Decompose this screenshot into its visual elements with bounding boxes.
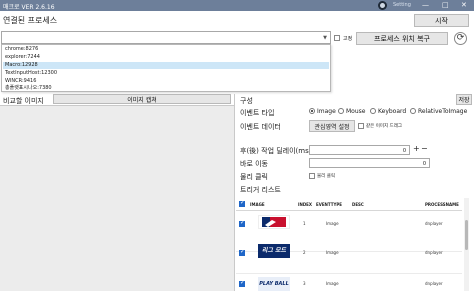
maximize-icon[interactable]: □	[442, 1, 449, 9]
plus-icon[interactable]: +	[413, 144, 420, 153]
header-eventtype: EVENTTYPE	[316, 202, 343, 207]
dropdown-item[interactable]: TextInputHost:12300	[3, 70, 329, 77]
go-input[interactable]: 0	[309, 158, 430, 168]
github-icon[interactable]	[378, 1, 387, 10]
select-all-checkbox[interactable]	[239, 199, 245, 207]
row-checkbox[interactable]	[239, 248, 245, 256]
event-type-image-radio[interactable]	[309, 108, 315, 114]
event-data-label: 이벤트 데이터	[240, 123, 281, 131]
dropdown-item[interactable]: 총플랫표시나오:7380	[3, 85, 329, 92]
dropdown-item-selected[interactable]: Macro:12928	[3, 62, 329, 69]
go-value: 0	[422, 161, 426, 167]
capture-image-button[interactable]: 이미지 캡쳐	[53, 94, 231, 104]
event-type-relative-radio[interactable]	[410, 108, 416, 114]
scrollbar-thumb[interactable]	[465, 220, 468, 250]
physical-click-label: 물리 클릭	[240, 173, 268, 181]
row-eventtype: Image	[326, 221, 339, 226]
header-processname: PROCESSNAME	[425, 202, 459, 207]
refresh-icon[interactable]: ⟳	[454, 32, 467, 45]
delay-label: 후(後) 작업 딜레이(ms)	[240, 147, 312, 155]
process-label: 연결된 프로세스	[3, 16, 58, 25]
compare-image-area	[0, 105, 234, 291]
fixed-checkbox[interactable]	[334, 35, 340, 41]
minimize-icon[interactable]: —	[422, 1, 429, 9]
header-index: INDEX	[298, 202, 312, 207]
go-label: 바로 이동	[240, 160, 268, 168]
fixed-label: 고정	[343, 36, 353, 42]
row-eventtype: Image	[326, 250, 339, 255]
dropdown-item[interactable]: chrome:8276	[3, 46, 329, 53]
close-icon[interactable]: ✕	[461, 1, 467, 9]
row-process: dnplayer	[425, 250, 443, 255]
row-index: 2	[303, 250, 306, 255]
save-button[interactable]: 저장	[456, 94, 472, 105]
row-index: 3	[303, 281, 306, 286]
process-combobox[interactable]: ▼	[1, 31, 331, 44]
table-scrollbar[interactable]	[464, 198, 469, 291]
header-desc: DESC	[352, 202, 364, 207]
minus-icon[interactable]: −	[421, 144, 428, 153]
window-title: 매크로 VER 2.6.16	[3, 4, 55, 11]
delay-input[interactable]: 0	[309, 145, 410, 155]
dropdown-item[interactable]: WINCR:9416	[3, 78, 329, 85]
dropdown-item[interactable]: explorer:7244	[3, 54, 329, 61]
row-index: 1	[303, 221, 306, 226]
start-button[interactable]: 시작	[414, 14, 469, 27]
physical-click-option: 물리 클릭	[317, 174, 335, 179]
delay-value: 0	[402, 148, 406, 154]
row-checkbox[interactable]	[239, 219, 245, 227]
header-image: IMAGE	[250, 202, 265, 207]
restore-process-position-button[interactable]: 프로세스 위치 복구	[356, 32, 448, 45]
same-image-drag-checkbox[interactable]	[358, 123, 364, 129]
panel-divider	[234, 94, 235, 291]
event-type-mouse-label: Mouse	[346, 108, 366, 115]
row-eventtype: Image	[326, 281, 339, 286]
event-type-label: 이벤트 타입	[240, 109, 275, 117]
physical-click-checkbox[interactable]	[309, 173, 315, 179]
roi-setting-button[interactable]: 관심영역 설정	[309, 120, 355, 132]
event-type-image-label: Image	[317, 108, 336, 115]
setting-link[interactable]: Setting	[393, 2, 411, 8]
event-type-keyboard-radio[interactable]	[370, 108, 376, 114]
table-row[interactable]: PLAY BALL 3 Image dnplayer	[236, 263, 462, 291]
mlb-logo-image	[258, 215, 290, 229]
event-type-relative-label: RelativeToImage	[418, 108, 468, 115]
row-process: dnplayer	[425, 221, 443, 226]
row-process: dnplayer	[425, 281, 443, 286]
same-image-drag-label: 같은 이미지 드래그	[366, 124, 402, 129]
process-dropdown: chrome:8276 explorer:7244 Macro:12928 Te…	[1, 44, 331, 92]
play-ball-image: PLAY BALL	[258, 277, 290, 291]
league-mode-image: 리그 모드	[258, 244, 290, 258]
trigger-list-label: 트리거 리스트	[240, 186, 281, 194]
event-type-mouse-radio[interactable]	[338, 108, 344, 114]
event-type-keyboard-label: Keyboard	[378, 108, 407, 115]
trigger-table-header: IMAGE INDEX EVENTTYPE DESC PROCESSNAME	[236, 198, 462, 211]
config-label: 구성	[240, 97, 253, 105]
title-bar: 매크로 VER 2.6.16 Setting — □ ✕	[0, 0, 474, 11]
row-checkbox[interactable]	[239, 279, 245, 287]
chevron-down-icon: ▼	[323, 35, 327, 41]
